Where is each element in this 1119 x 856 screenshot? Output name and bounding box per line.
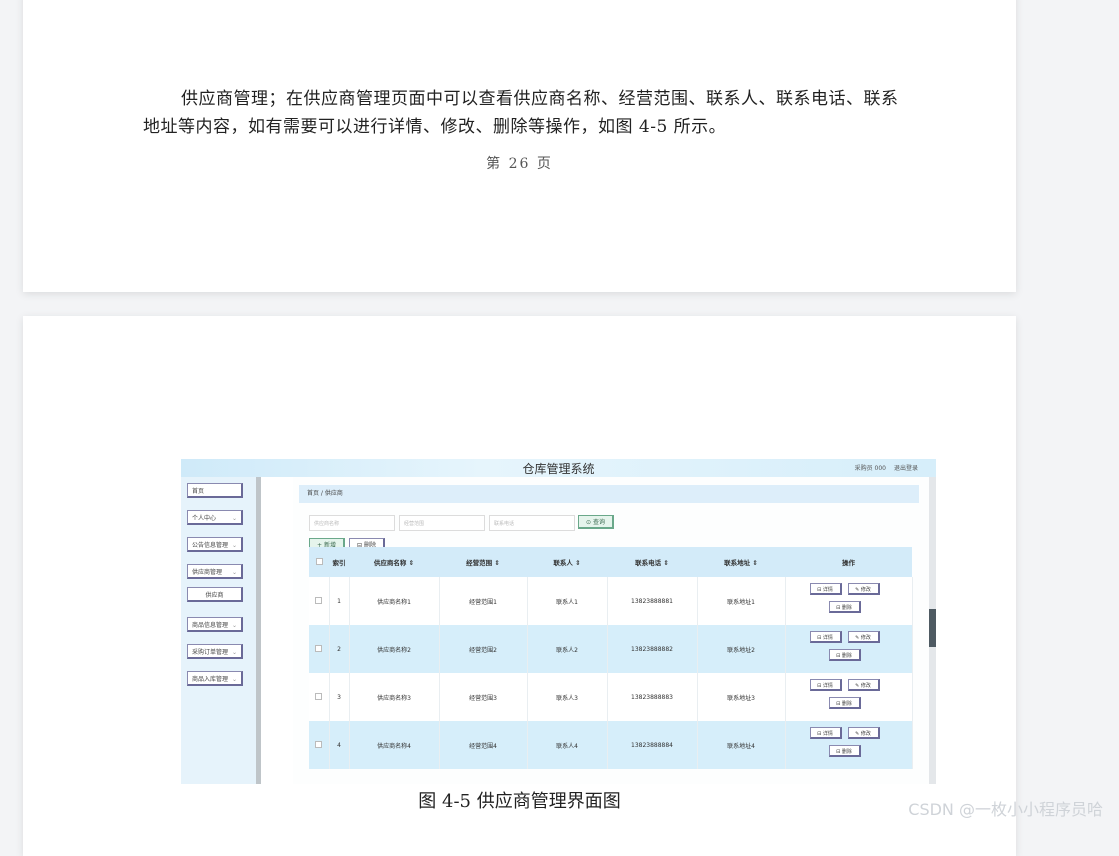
sidebar-item-notice[interactable]: 公告信息管理 ⌄ [187,537,243,552]
sidebar-item-supplier[interactable]: 供应商 [187,587,243,602]
cell-name: 供应商名称3 [349,673,440,721]
chevron-down-icon: ⌄ [231,649,237,656]
select-all-header[interactable] [309,547,329,577]
cell-name: 供应商名称2 [349,625,440,673]
detail-button[interactable]: ⊟ 详情 [809,679,842,691]
column-header[interactable]: 经营范围 ⇕ [439,547,527,577]
sidebar-item-label: 首页 [192,488,205,495]
supplier-table: 索引 供应商名称 ⇕ 经营范围 ⇕ 联系人 ⇕ 联系电话 ⇕ 联系地址 ⇕ 操作… [309,547,913,769]
row-checkbox[interactable] [315,644,323,652]
edit-button[interactable]: ✎ 修改 [847,583,880,595]
chevron-down-icon: ⌄ [231,622,237,629]
page-number: 第 26 页 [486,156,553,172]
logout-link[interactable]: 退出登录 [894,463,918,472]
main-scrollbar-thumb[interactable] [929,609,936,647]
chevron-down-icon: ⌄ [231,569,237,576]
column-header[interactable]: 联系人 ⇕ [527,547,607,577]
cell-contact: 联系人2 [527,625,608,673]
sidebar-item-label: 商品入库管理 [192,676,229,683]
app-header: 仓库管理系统 采购员 000 退出登录 [181,459,936,477]
main-content: 首页 / 供应商 供应商名称 经营范围 联系电话 ⊙ 查询 + 新增 ⊟ 删除 … [293,477,936,784]
cell-scope: 经营范围3 [439,673,528,721]
cell-index: 1 [329,577,350,625]
supplier-name-input[interactable]: 供应商名称 [309,515,395,531]
detail-button[interactable]: ⊟ 详情 [809,583,842,595]
figure-screenshot: 仓库管理系统 采购员 000 退出登录 首页 个人中心 ⌄ 公告信息管理 ⌄ 供应商… [181,459,936,784]
cell-index: 2 [329,625,350,673]
cell-name: 供应商名称1 [349,577,440,625]
cell-scope: 经营范围4 [439,721,528,769]
table-row: 1 供应商名称1 经营范围1 联系人1 13823888881 联系地址1 ⊟ … [309,577,913,625]
checkbox[interactable] [315,557,323,565]
sidebar-item-purchase-order[interactable]: 采购订单管理 ⌄ [187,644,243,659]
chevron-down-icon: ⌄ [231,542,237,549]
system-title: 仓库管理系统 [522,462,595,476]
sidebar-item-stock-in[interactable]: 商品入库管理 ⌄ [187,671,243,686]
cell-address: 联系地址1 [697,577,786,625]
sidebar-item-label: 采购订单管理 [192,649,229,656]
cell-phone: 13823888882 [607,625,698,673]
edit-button[interactable]: ✎ 修改 [847,631,880,643]
row-delete-button[interactable]: ⊟ 删除 [828,697,861,709]
row-checkbox[interactable] [315,740,323,748]
sidebar-item-supplier-mgmt[interactable]: 供应商管理 ⌄ [187,564,243,579]
query-button[interactable]: ⊙ 查询 [578,515,614,529]
sidebar-scrollbar[interactable] [256,477,261,784]
cell-name: 供应商名称4 [349,721,440,769]
row-checkbox[interactable] [315,596,323,604]
sidebar-item-goods[interactable]: 商品信息管理 ⌄ [187,617,243,632]
row-checkbox[interactable] [315,692,323,700]
row-delete-button[interactable]: ⊟ 删除 [828,601,861,613]
sidebar-item-label: 商品信息管理 [192,622,229,629]
chevron-down-icon: ⌄ [231,515,237,522]
cell-contact: 联系人3 [527,673,608,721]
chevron-down-icon: ⌄ [231,676,237,683]
cell-scope: 经营范围2 [439,625,528,673]
body-paragraph: 供应商管理；在供应商管理页面中可以查看供应商名称、经营范围、联系人、联系电话、联… [143,89,899,137]
sidebar-item-label: 公告信息管理 [192,542,229,549]
cell-contact: 联系人4 [527,721,608,769]
cell-address: 联系地址4 [697,721,786,769]
table-row: 4 供应商名称4 经营范围4 联系人4 13823888884 联系地址4 ⊟ … [309,721,913,769]
sidebar-item-label: 供应商管理 [192,569,223,576]
contact-phone-input[interactable]: 联系电话 [489,515,575,531]
column-header[interactable]: 联系电话 ⇕ [607,547,697,577]
cell-phone: 13823888881 [607,577,698,625]
row-delete-button[interactable]: ⊟ 删除 [828,745,861,757]
user-label: 采购员 000 [854,465,886,472]
breadcrumb: 首页 / 供应商 [299,485,919,503]
cell-index: 4 [329,721,350,769]
detail-button[interactable]: ⊟ 详情 [809,631,842,643]
table-row: 3 供应商名称3 经营范围3 联系人3 13823888883 联系地址3 ⊟ … [309,673,913,721]
cell-address: 联系地址3 [697,673,786,721]
cell-address: 联系地址2 [697,625,786,673]
table-row: 2 供应商名称2 经营范围2 联系人2 13823888882 联系地址2 ⊟ … [309,625,913,673]
edit-button[interactable]: ✎ 修改 [847,727,880,739]
sidebar-item-label: 供应商 [205,592,224,599]
edit-button[interactable]: ✎ 修改 [847,679,880,691]
business-scope-input[interactable]: 经营范围 [399,515,485,531]
sidebar-item-profile[interactable]: 个人中心 ⌄ [187,510,243,525]
column-header[interactable]: 供应商名称 ⇕ [349,547,439,577]
document-page-top: 供应商管理；在供应商管理页面中可以查看供应商名称、经营范围、联系人、联系电话、联… [23,0,1016,292]
sidebar-item-label: 个人中心 [192,515,217,522]
column-header: 索引 [329,547,349,577]
watermark: CSDN @一枚小小程序员哈 [908,800,1103,819]
document-page-figure: 仓库管理系统 采购员 000 退出登录 首页 个人中心 ⌄ 公告信息管理 ⌄ 供应商… [23,316,1016,856]
table-header-row: 索引 供应商名称 ⇕ 经营范围 ⇕ 联系人 ⇕ 联系电话 ⇕ 联系地址 ⇕ 操作 [309,547,912,577]
row-delete-button[interactable]: ⊟ 删除 [828,649,861,661]
detail-button[interactable]: ⊟ 详情 [809,727,842,739]
column-header: 操作 [785,547,912,577]
cell-contact: 联系人1 [527,577,608,625]
cell-index: 3 [329,673,350,721]
cell-scope: 经营范围1 [439,577,528,625]
figure-caption: 图 4-5 供应商管理界面图 [418,791,621,812]
cell-phone: 13823888883 [607,673,698,721]
cell-phone: 13823888884 [607,721,698,769]
sidebar-item-home[interactable]: 首页 [187,483,243,498]
column-header[interactable]: 联系地址 ⇕ [697,547,785,577]
